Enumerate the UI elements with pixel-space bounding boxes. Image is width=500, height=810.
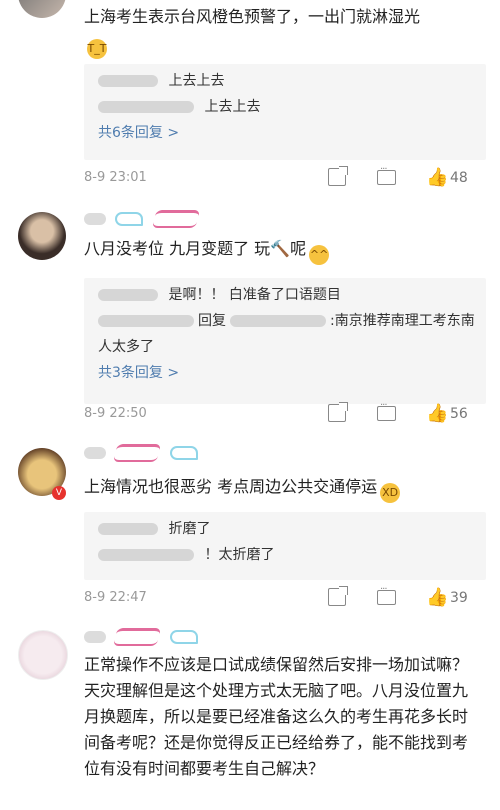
reply-box[interactable]: 是啊！！ 白准备了口语题目 回复:南京推荐南理工考东南人太多了 共3条回复 >: [84, 278, 486, 404]
masked-username: [84, 208, 204, 230]
masked-username: [84, 626, 204, 648]
mask-swirl: [170, 629, 199, 644]
like-count: 48: [450, 170, 468, 186]
mask-scribble: [112, 443, 162, 462]
comment-text: 八月没考位 九月变题了 玩🔨呢 ^^: [84, 236, 480, 265]
laughing-emoji-icon: XD: [380, 483, 401, 503]
reply-item[interactable]: 折磨了: [84, 516, 486, 542]
comment-icon[interactable]: [377, 584, 396, 605]
masked-username: [98, 523, 158, 535]
avatar[interactable]: [18, 212, 66, 260]
mask-blob: [84, 446, 106, 459]
reply-item[interactable]: 上去上去: [84, 68, 486, 94]
masked-username: [84, 442, 204, 464]
comment-icon[interactable]: [377, 400, 396, 421]
like-icon[interactable]: 👍: [426, 404, 448, 426]
comment-text-content: 八月没考位 九月变题了 玩🔨呢: [84, 239, 307, 258]
reply-box[interactable]: 折磨了 ！太折磨了: [84, 512, 486, 580]
masked-username: [98, 101, 194, 113]
reply-item[interactable]: 回复:南京推荐南理工考东南人太多了: [84, 308, 486, 360]
reply-text: 上去上去: [204, 99, 261, 115]
like-count: 39: [450, 590, 468, 606]
share-icon[interactable]: [328, 402, 348, 422]
mask-swirl: [170, 445, 199, 460]
like-count: 56: [450, 406, 468, 422]
masked-username: [230, 315, 326, 327]
share-icon[interactable]: [328, 586, 348, 606]
like-icon[interactable]: 👍: [426, 588, 448, 610]
avatar[interactable]: [18, 630, 68, 680]
comment-actions: 👍 39: [310, 584, 480, 610]
comment-text: 上海考生表示台风橙色预警了，一出门就淋湿光 T_T: [84, 4, 480, 59]
mask-scribble: [151, 209, 201, 228]
masked-username: [98, 289, 158, 301]
mask-blob: [84, 630, 106, 643]
reply-text: ！太折磨了: [204, 547, 275, 563]
reply-item[interactable]: 上去上去: [84, 94, 486, 120]
comment-date: 8-9 23:01: [84, 170, 147, 185]
comment-date: 8-9 22:50: [84, 406, 147, 421]
comment-footer: 8-9 22:47 👍 39: [84, 584, 480, 610]
comment-date: 8-9 22:47: [84, 590, 147, 605]
crying-emoji-icon: T_T: [87, 39, 107, 59]
comment-footer: 8-9 23:01 👍 48: [84, 164, 480, 190]
reply-text: 上去上去: [168, 73, 225, 89]
mask-scribble: [112, 627, 162, 646]
like-icon[interactable]: 👍: [426, 168, 448, 190]
comment-text-content: 上海考生表示台风橙色预警了，一出门就淋湿光: [84, 7, 421, 26]
reply-item[interactable]: 是啊！！ 白准备了口语题目: [84, 282, 486, 308]
comment-actions: 👍 56: [310, 400, 480, 426]
comment-text: 上海情况也很恶劣 考点周边公共交通停运 XD: [84, 474, 480, 503]
comment-footer: 8-9 22:50 👍 56: [84, 400, 480, 426]
reply-item[interactable]: ！太折磨了: [84, 542, 486, 568]
avatar[interactable]: [18, 0, 66, 18]
reply-prefix: 回复: [198, 313, 226, 329]
mask-blob: [84, 212, 106, 225]
comment-icon[interactable]: [377, 164, 396, 185]
masked-username: [98, 75, 158, 87]
comment-text-content: 正常操作不应该是口试成绩保留然后安排一场加试嘛？ 天灾理解但是这个处理方式太无脑…: [84, 655, 469, 778]
sweat-smile-emoji-icon: ^^: [309, 245, 330, 265]
masked-username: [98, 315, 194, 327]
reply-box[interactable]: 上去上去 上去上去 共6条回复 >: [84, 64, 486, 160]
share-icon[interactable]: [328, 166, 348, 186]
reply-text: 折磨了: [168, 521, 211, 537]
comment-text: 正常操作不应该是口试成绩保留然后安排一场加试嘛？ 天灾理解但是这个处理方式太无脑…: [84, 652, 480, 782]
verified-badge-icon: V: [52, 486, 66, 500]
more-replies-link[interactable]: 共3条回复 >: [84, 360, 486, 386]
masked-username: [98, 549, 194, 561]
more-replies-link[interactable]: 共6条回复 >: [84, 120, 486, 146]
mask-swirl: [115, 211, 144, 226]
comment-text-content: 上海情况也很恶劣 考点周边公共交通停运: [84, 477, 378, 496]
comment-actions: 👍 48: [310, 164, 480, 190]
reply-text: 是啊！！ 白准备了口语题目: [168, 287, 341, 303]
